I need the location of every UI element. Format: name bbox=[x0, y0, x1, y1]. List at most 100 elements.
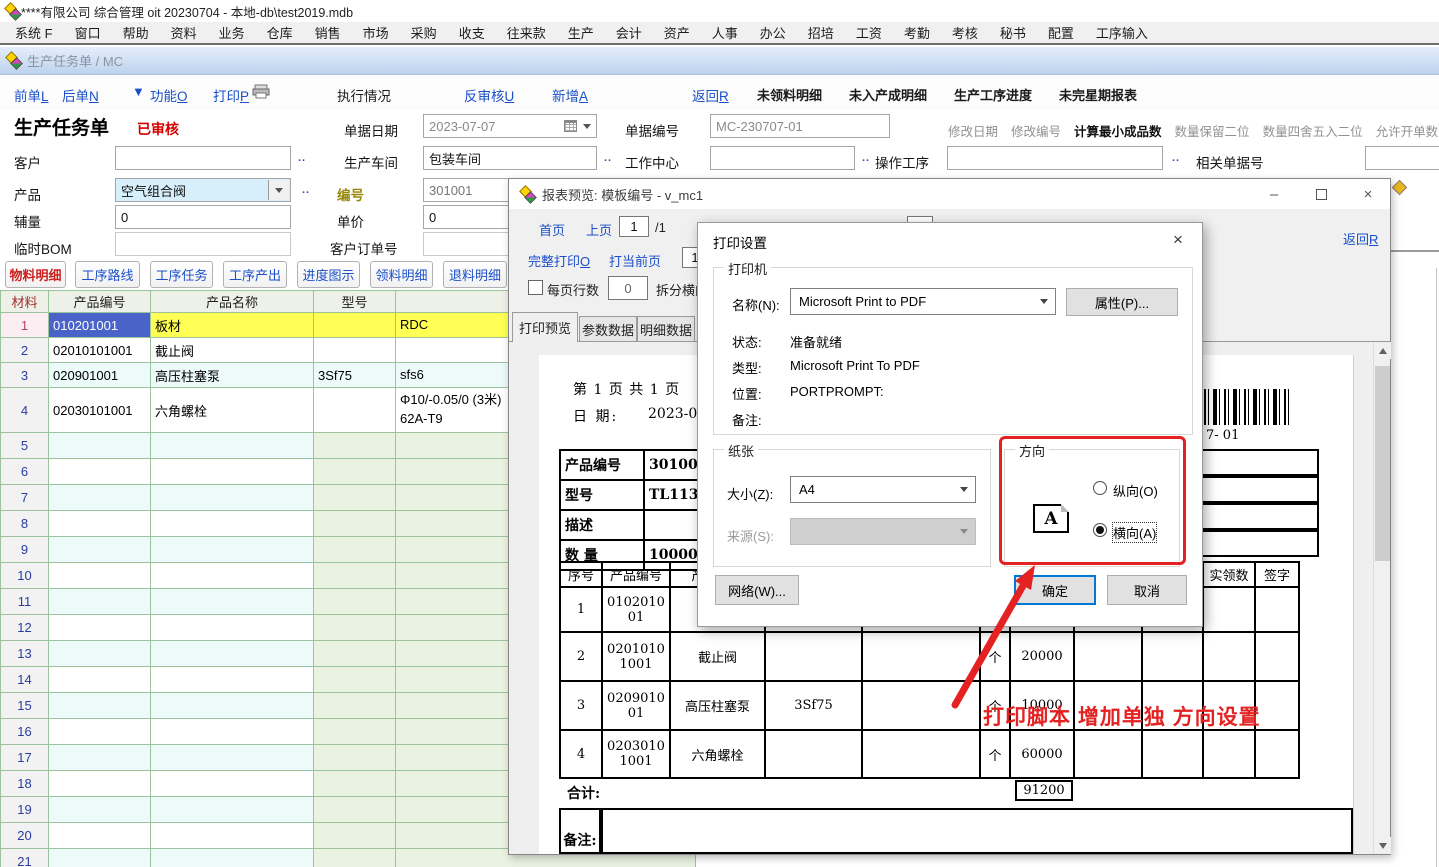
row-number[interactable]: 21 bbox=[1, 849, 49, 867]
toolbar-report-link[interactable]: 未领料明细 bbox=[757, 85, 822, 104]
row-number[interactable]: 2 bbox=[1, 338, 49, 363]
cell-code[interactable]: 010201001 bbox=[49, 313, 151, 338]
cell[interactable] bbox=[49, 823, 151, 849]
detail-tab[interactable]: 工序路线 bbox=[75, 261, 140, 288]
scroll-down-icon[interactable] bbox=[1374, 837, 1391, 854]
cell-model[interactable] bbox=[314, 313, 396, 338]
menu-item[interactable]: 人事 bbox=[701, 23, 749, 42]
detail-tab[interactable]: 进度图示 bbox=[297, 261, 360, 288]
cell[interactable] bbox=[151, 537, 314, 563]
row-number[interactable]: 20 bbox=[1, 823, 49, 849]
chevron-down-icon[interactable] bbox=[268, 180, 289, 200]
row-number[interactable]: 5 bbox=[1, 433, 49, 459]
cell[interactable] bbox=[314, 511, 396, 537]
cell[interactable] bbox=[49, 719, 151, 745]
cell-code[interactable]: 02030101001 bbox=[49, 388, 151, 433]
menu-item[interactable]: 资产 bbox=[653, 23, 701, 42]
cell[interactable] bbox=[151, 511, 314, 537]
cell[interactable] bbox=[49, 615, 151, 641]
menu-item[interactable]: 生产 bbox=[557, 23, 605, 42]
cell-name[interactable]: 截止阀 bbox=[151, 338, 314, 363]
row-number[interactable]: 3 bbox=[1, 363, 49, 388]
rows-per-page-input[interactable]: 0 bbox=[608, 276, 648, 300]
product-combo[interactable]: 空气组合阀 bbox=[115, 178, 291, 202]
row-number[interactable]: 11 bbox=[1, 589, 49, 615]
cell[interactable] bbox=[49, 771, 151, 797]
menu-item[interactable]: 考核 bbox=[941, 23, 989, 42]
cell[interactable] bbox=[151, 745, 314, 771]
menu-item[interactable]: 帮助 bbox=[112, 23, 160, 42]
cell[interactable] bbox=[151, 693, 314, 719]
toolbar-report-link[interactable]: 未入产成明细 bbox=[849, 85, 927, 104]
function-button[interactable]: 功能O bbox=[150, 85, 188, 105]
form-option-link[interactable]: 修改编号 bbox=[1011, 121, 1061, 140]
cell[interactable] bbox=[314, 667, 396, 693]
print-current-button[interactable]: 打当前页 bbox=[609, 251, 661, 270]
cell[interactable] bbox=[151, 823, 314, 849]
cell[interactable] bbox=[151, 641, 314, 667]
row-number[interactable]: 16 bbox=[1, 719, 49, 745]
cell[interactable] bbox=[49, 797, 151, 823]
cell-model[interactable] bbox=[314, 388, 396, 433]
cell[interactable] bbox=[151, 433, 314, 459]
close-icon[interactable]: × bbox=[1162, 227, 1194, 253]
menu-item[interactable]: 工序输入 bbox=[1085, 23, 1159, 42]
rows-per-page-checkbox[interactable] bbox=[528, 280, 543, 295]
cell[interactable] bbox=[151, 563, 314, 589]
cell[interactable] bbox=[314, 823, 396, 849]
lookup-icon[interactable] bbox=[1392, 180, 1408, 196]
printer-icon[interactable] bbox=[252, 84, 270, 104]
row-number[interactable]: 18 bbox=[1, 771, 49, 797]
cell-name[interactable]: 高压柱塞泵 bbox=[151, 363, 314, 388]
workshop-lookup-dots[interactable]: .. bbox=[604, 152, 612, 164]
form-option-link[interactable]: 计算最小成品数 bbox=[1074, 121, 1162, 140]
form-option-link[interactable]: 修改日期 bbox=[948, 121, 998, 140]
menu-item[interactable]: 采购 bbox=[400, 23, 448, 42]
cell-code[interactable]: 020901001 bbox=[49, 363, 151, 388]
cell-name[interactable]: 板材 bbox=[151, 313, 314, 338]
cell[interactable] bbox=[151, 459, 314, 485]
row-number[interactable]: 12 bbox=[1, 615, 49, 641]
network-button[interactable]: 网络(W)... bbox=[715, 575, 799, 605]
cell[interactable] bbox=[314, 719, 396, 745]
form-option-link[interactable]: 数量保留二位 bbox=[1175, 121, 1250, 140]
cell[interactable] bbox=[314, 433, 396, 459]
menu-item[interactable]: 系统 F bbox=[4, 23, 64, 42]
workcenter-field[interactable] bbox=[710, 146, 855, 170]
cell[interactable] bbox=[49, 667, 151, 693]
next-doc-button[interactable]: 后单N bbox=[62, 85, 99, 105]
cell[interactable] bbox=[314, 615, 396, 641]
detail-tab[interactable]: 退料明细 bbox=[443, 261, 507, 288]
detail-tab[interactable]: 工序产出 bbox=[223, 261, 287, 288]
maximize-button[interactable] bbox=[1305, 182, 1337, 206]
row-number[interactable]: 6 bbox=[1, 459, 49, 485]
properties-button[interactable]: 属性(P)... bbox=[1066, 288, 1178, 316]
operation-lookup-dots[interactable]: .. bbox=[1172, 152, 1180, 164]
back-button[interactable]: 返回R bbox=[692, 85, 729, 105]
menu-item[interactable]: 考勤 bbox=[893, 23, 941, 42]
temp-bom-field[interactable] bbox=[115, 232, 291, 256]
workcenter-lookup-dots[interactable]: .. bbox=[862, 152, 870, 164]
cell[interactable] bbox=[49, 485, 151, 511]
cell[interactable] bbox=[49, 641, 151, 667]
page-number-input[interactable]: 1 bbox=[619, 216, 649, 237]
menu-item[interactable]: 仓库 bbox=[256, 23, 304, 42]
cell[interactable] bbox=[314, 537, 396, 563]
detail-tab[interactable]: 工序任务 bbox=[150, 261, 213, 288]
cell[interactable] bbox=[151, 667, 314, 693]
row-number[interactable]: 7 bbox=[1, 485, 49, 511]
cell[interactable] bbox=[151, 719, 314, 745]
row-number[interactable]: 1 bbox=[1, 313, 49, 338]
print-button[interactable]: 打印P bbox=[213, 85, 249, 105]
cell[interactable] bbox=[151, 797, 314, 823]
menu-item[interactable]: 配置 bbox=[1037, 23, 1085, 42]
cell[interactable] bbox=[314, 797, 396, 823]
cell[interactable] bbox=[49, 563, 151, 589]
menu-item[interactable]: 市场 bbox=[352, 23, 400, 42]
workshop-field[interactable]: 包装车间 bbox=[423, 146, 597, 170]
related-doc-field[interactable] bbox=[1365, 146, 1439, 170]
cell[interactable] bbox=[151, 589, 314, 615]
chevron-down-icon[interactable] bbox=[583, 124, 591, 129]
detail-tab[interactable]: 领料明细 bbox=[370, 261, 433, 288]
cancel-button[interactable]: 取消 bbox=[1107, 575, 1187, 605]
